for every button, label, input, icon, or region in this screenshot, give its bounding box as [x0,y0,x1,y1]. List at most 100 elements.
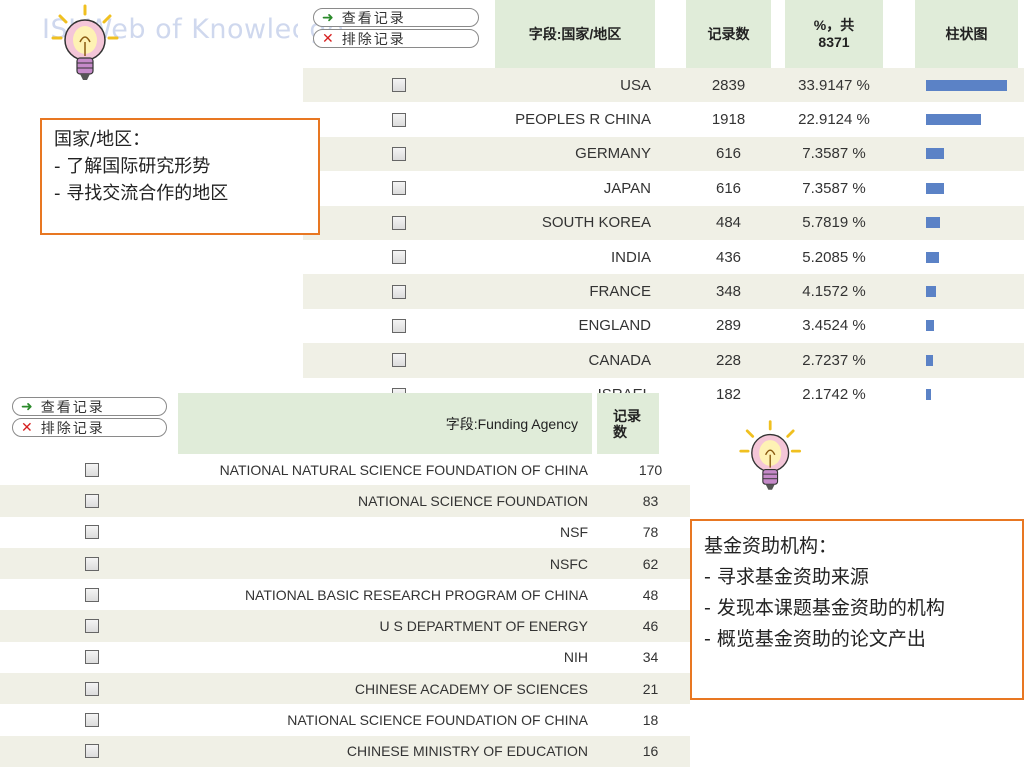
checkbox-icon[interactable] [85,681,99,696]
table-row: PEOPLES R CHINA 1918 22.9124 % [303,102,1024,136]
country-note: 国家/地区： - 了解国际研究形势 - 寻找交流合作的地区 [40,118,320,235]
record-percent: 2.1742 % [802,386,866,404]
checkbox-icon[interactable] [392,318,406,333]
country-analysis-table: ➜ 查看记录 ✕ 排除记录 字段:国家/地区 记录数 %，共8371 柱状图 U… [303,0,1024,412]
country-name: JAPAN [603,179,651,197]
checkbox-icon[interactable] [392,353,406,368]
table-row: CHINESE ACADEMY OF SCIENCES 21 [0,673,690,705]
action-buttons: ➜ 查看记录 ✕ 排除记录 [313,8,479,48]
record-count: 16 [642,743,659,760]
agency-name: CHINESE ACADEMY OF SCIENCES [354,680,588,697]
table-row: NIH 34 [0,642,690,673]
record-count: 484 [715,214,742,232]
record-count: 83 [642,492,659,509]
country-table-body: USA 2839 33.9147 % PEOPLES R CHINA 1918 22.91… [303,68,1024,412]
checkbox-icon[interactable] [85,587,99,602]
record-percent: 22.9124 % [798,111,870,129]
record-percent: 3.4524 % [802,317,866,335]
bar-fill [926,286,936,298]
exclude-records-button[interactable]: ✕ 排除记录 [313,29,479,48]
column-header-field[interactable]: 字段:Funding Agency [178,393,592,454]
bar-fill [926,217,940,229]
table-row: SOUTH KOREA 484 5.7819 % [303,205,1024,240]
agency-name: CHINESE MINISTRY OF EDUCATION [346,743,588,760]
record-count: 18 [642,712,659,729]
table-row: JAPAN 616 7.3587 % [303,171,1024,205]
column-header-field[interactable]: 字段:国家/地区 [495,0,655,68]
checkbox-icon[interactable] [85,525,99,540]
column-header-count[interactable]: 记录数 [597,393,659,454]
record-percent: 7.3587 % [802,179,866,197]
checkbox-icon[interactable] [85,462,99,477]
lightbulb-icon [738,418,802,501]
agency-name: NATIONAL NATURAL SCIENCE FOUNDATION OF C… [219,461,588,478]
table-row: USA 2839 33.9147 % [303,68,1024,103]
record-count: 2839 [711,76,746,94]
bar-fill [926,354,933,366]
table-row: CANADA 228 2.7237 % [303,343,1024,378]
bar-fill [926,320,934,332]
agency-name: NATIONAL SCIENCE FOUNDATION OF CHINA [287,712,588,729]
checkbox-icon[interactable] [392,112,406,127]
note-title: 基金资助机构： [704,535,838,557]
view-records-button[interactable]: ➜ 查看记录 [313,8,479,27]
record-count: 48 [642,586,659,603]
funding-agency-table: ➜ 查看记录 ✕ 排除记录 字段:Funding Agency 记录数 NATI… [0,393,690,767]
table-row: FRANCE 348 4.1572 % [303,274,1024,309]
bar-fill [926,148,944,160]
bar-fill [926,251,939,263]
table-header: ➜ 查看记录 ✕ 排除记录 字段:Funding Agency 记录数 [0,393,690,454]
record-count: 436 [715,248,742,266]
checkbox-icon[interactable] [85,619,99,634]
record-count: 170 [638,461,663,478]
column-header-percent[interactable]: %，共8371 [785,0,883,68]
checkbox-icon[interactable] [85,650,99,665]
note-item: - 寻找交流合作的地区 [54,183,229,204]
record-count: 78 [642,524,659,541]
table-row: NATIONAL NATURAL SCIENCE FOUNDATION OF C… [0,454,690,485]
record-count: 616 [715,145,742,163]
funding-table-body: NATIONAL NATURAL SCIENCE FOUNDATION OF C… [0,454,690,767]
table-row: ENGLAND 289 3.4524 % [303,309,1024,343]
table-header: ➜ 查看记录 ✕ 排除记录 字段:国家/地区 记录数 %，共8371 柱状图 [303,0,1024,68]
checkbox-icon[interactable] [85,493,99,508]
table-row: U S DEPARTMENT OF ENERGY 46 [0,610,690,642]
note-item: - 概览基金资助的论文产出 [704,628,926,650]
agency-name: NIH [563,649,588,666]
table-row: INDIA 436 5.2085 % [303,240,1024,274]
record-count: 616 [715,179,742,197]
column-header-count[interactable]: 记录数 [686,0,771,68]
checkbox-icon[interactable] [392,284,406,299]
view-records-button[interactable]: ➜ 查看记录 [12,397,167,416]
checkbox-icon[interactable] [392,250,406,265]
checkbox-icon[interactable] [392,78,406,93]
record-count: 62 [642,555,659,572]
record-count: 21 [642,680,659,697]
record-percent: 5.7819 % [802,214,866,232]
country-name: FRANCE [589,283,651,301]
exclude-records-button[interactable]: ✕ 排除记录 [12,418,167,437]
checkbox-icon[interactable] [392,215,406,230]
checkbox-icon[interactable] [392,181,406,196]
x-icon: ✕ [21,419,33,436]
arrow-right-icon: ➜ [322,9,334,26]
checkbox-icon[interactable] [85,713,99,728]
arrow-right-icon: ➜ [21,398,33,415]
note-title: 国家/地区： [54,129,151,150]
table-row: NSFC 62 [0,547,690,580]
checkbox-icon[interactable] [392,146,406,161]
agency-name: NSFC [549,555,588,572]
country-name: INDIA [610,248,651,266]
record-count: 228 [715,351,742,369]
record-percent: 5.2085 % [802,248,866,266]
record-count: 348 [715,283,742,301]
country-name: SOUTH KOREA [541,214,651,232]
funding-note: 基金资助机构： - 寻求基金资助来源 - 发现本课题基金资助的机构 - 概览基金… [690,519,1024,700]
table-row: NATIONAL SCIENCE FOUNDATION OF CHINA 18 [0,704,690,735]
country-name: GERMANY [575,145,651,163]
bar-fill [926,182,944,194]
x-icon: ✕ [322,30,334,47]
checkbox-icon[interactable] [85,744,99,759]
checkbox-icon[interactable] [85,556,99,571]
record-percent: 7.3587 % [802,145,866,163]
